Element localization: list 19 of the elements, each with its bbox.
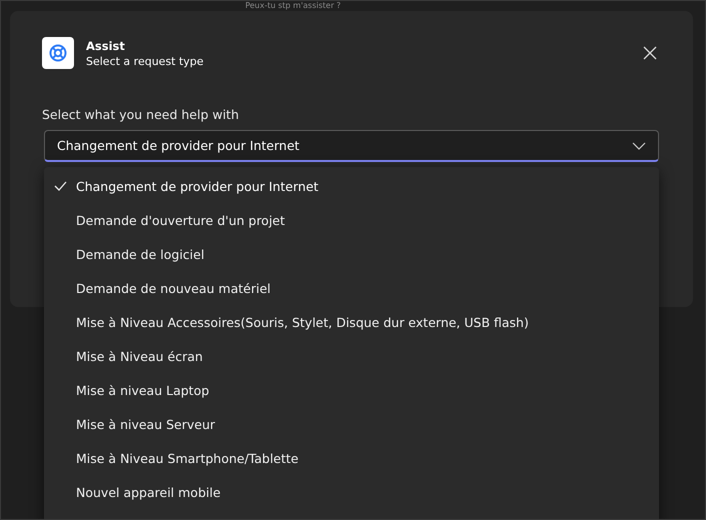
dropdown-option[interactable]: Demande de nouveau matériel (44, 271, 659, 305)
dropdown-option[interactable]: Mise à niveau Serveur (44, 407, 659, 441)
dropdown-option[interactable]: Nouvel appareil mobile (44, 475, 659, 509)
dialog-title: Assist (86, 38, 126, 54)
dropdown-option[interactable]: Mise à niveau Laptop (44, 373, 659, 407)
dropdown-option[interactable]: Demande d'ouverture d'un projet (44, 203, 659, 237)
dropdown-option[interactable]: Mise à Niveau Smartphone/Tablette (44, 441, 659, 475)
dialog-subtitle: Select a request type (86, 54, 205, 68)
lifebuoy-icon (42, 37, 74, 69)
dropdown-option[interactable]: Mise à Niveau Accessoires(Souris, Stylet, Disque dur externe, USB flash) (44, 305, 659, 339)
dropdown-option[interactable]: Demande de logiciel (44, 237, 659, 271)
dropdown-option[interactable]: Mise à Niveau écran (44, 339, 659, 373)
dropdown-option[interactable]: Changement de provider pour Internet (44, 169, 659, 203)
request-type-dropdown[interactable]: Changement de provider pour Internet (44, 130, 659, 162)
field-label: Select what you need help with (42, 107, 240, 122)
checkmark-icon (54, 181, 67, 191)
close-icon[interactable] (641, 44, 659, 62)
chevron-down-icon (632, 142, 646, 150)
chat-message: Peux-tu stp m'assister ? (245, 1, 341, 10)
